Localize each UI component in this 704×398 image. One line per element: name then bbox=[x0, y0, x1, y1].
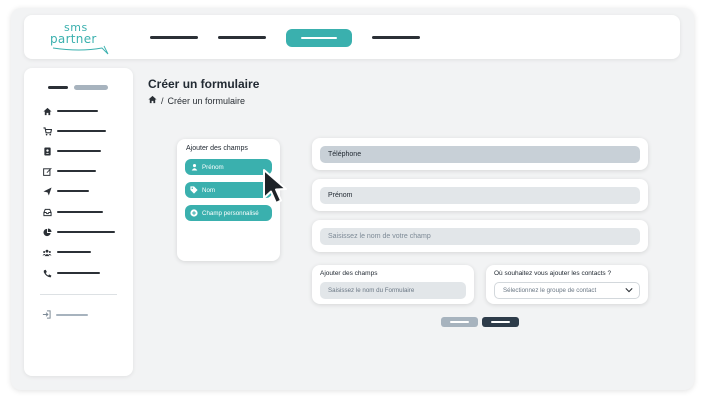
mouse-cursor-icon bbox=[262, 168, 290, 213]
sidebar-header-line bbox=[48, 86, 68, 89]
add-field-label: Nom bbox=[202, 186, 216, 194]
sidebar-item-label bbox=[57, 110, 98, 112]
cart-icon bbox=[42, 126, 52, 136]
chevron-down-icon bbox=[625, 287, 633, 295]
telephone-field[interactable]: Téléphone bbox=[320, 146, 640, 163]
sidebar-item-inbox[interactable] bbox=[42, 206, 103, 218]
phone-icon bbox=[42, 268, 52, 278]
edit-icon bbox=[42, 166, 52, 176]
logo[interactable]: sms partner bbox=[50, 21, 110, 55]
sidebar-item-logout[interactable] bbox=[42, 309, 88, 321]
prenom-field[interactable]: Prénom bbox=[320, 187, 640, 204]
add-field-nom-button[interactable]: Nom bbox=[185, 182, 272, 198]
users-icon bbox=[42, 247, 52, 257]
send-icon bbox=[42, 186, 52, 196]
sidebar-item-home[interactable] bbox=[42, 105, 98, 117]
contact-group-select[interactable]: Sélectionnez le groupe de contact bbox=[494, 282, 640, 299]
tag-icon bbox=[190, 186, 198, 194]
sidebar-item-label bbox=[57, 211, 103, 213]
breadcrumb: / Créer un formulaire bbox=[148, 95, 245, 106]
nav-item-2[interactable] bbox=[218, 36, 266, 39]
logo-bubble-icon bbox=[52, 45, 109, 55]
contacts-icon bbox=[42, 146, 52, 156]
contact-group-card: Où souhaitez vous ajouter les contacts ?… bbox=[486, 265, 648, 304]
save-button[interactable] bbox=[482, 317, 519, 327]
sidebar-item-stats[interactable] bbox=[42, 226, 115, 238]
sidebar-item-label bbox=[57, 170, 96, 172]
add-field-label: Prénom bbox=[202, 163, 224, 171]
add-fields-heading: Ajouter des champs bbox=[186, 145, 248, 152]
top-navbar: sms partner bbox=[24, 15, 680, 59]
add-custom-field-button[interactable]: Champ personnalisé bbox=[185, 205, 272, 221]
form-field-card-custom: Saisissez le nom de votre champ bbox=[312, 220, 648, 252]
sidebar-item-shop[interactable] bbox=[42, 125, 106, 137]
home-icon bbox=[42, 106, 52, 116]
sidebar bbox=[24, 68, 133, 376]
sidebar-item-label bbox=[57, 130, 106, 132]
nav-item-1[interactable] bbox=[150, 36, 198, 39]
sidebar-item-label bbox=[56, 314, 88, 316]
sidebar-divider bbox=[40, 294, 117, 295]
sidebar-header-pill bbox=[74, 85, 108, 90]
sidebar-item-phone[interactable] bbox=[42, 267, 100, 279]
logout-icon bbox=[42, 306, 51, 324]
user-icon bbox=[190, 163, 198, 171]
sidebar-item-send[interactable] bbox=[42, 185, 89, 197]
home-icon[interactable] bbox=[148, 95, 157, 106]
form-field-card-prenom: Prénom bbox=[312, 179, 648, 211]
breadcrumb-separator: / bbox=[161, 95, 164, 106]
custom-field-name-input[interactable]: Saisissez le nom de votre champ bbox=[320, 228, 640, 245]
inbox-icon bbox=[42, 207, 52, 217]
form-name-card: Ajouter des champs Saisissez le nom du F… bbox=[312, 265, 474, 304]
add-field-label: Champ personnalisé bbox=[202, 209, 259, 217]
contact-group-heading: Où souhaitez vous ajouter les contacts ? bbox=[494, 270, 612, 277]
add-field-prenom-button[interactable]: Prénom bbox=[185, 159, 272, 175]
sidebar-item-label bbox=[57, 231, 115, 233]
sidebar-item-label bbox=[57, 150, 101, 152]
sidebar-item-contacts[interactable] bbox=[42, 145, 101, 157]
cancel-button[interactable] bbox=[441, 317, 478, 327]
contact-group-placeholder: Sélectionnez le groupe de contact bbox=[503, 287, 597, 294]
nav-item-active[interactable] bbox=[286, 29, 352, 47]
sidebar-item-users[interactable] bbox=[42, 246, 91, 258]
nav-item-4[interactable] bbox=[372, 36, 420, 39]
form-name-heading: Ajouter des champs bbox=[320, 270, 378, 277]
sidebar-item-label bbox=[57, 272, 100, 274]
sidebar-item-label bbox=[57, 190, 89, 192]
plus-circle-icon bbox=[190, 209, 198, 217]
breadcrumb-current: Créer un formulaire bbox=[167, 95, 246, 106]
page-title: Créer un formulaire bbox=[148, 77, 260, 91]
sidebar-item-edit[interactable] bbox=[42, 165, 96, 177]
form-name-input[interactable]: Saisissez le nom du Formulaire bbox=[320, 282, 466, 299]
pie-chart-icon bbox=[42, 227, 52, 237]
form-field-card-telephone: Téléphone bbox=[312, 138, 648, 170]
sidebar-item-label bbox=[57, 251, 91, 253]
